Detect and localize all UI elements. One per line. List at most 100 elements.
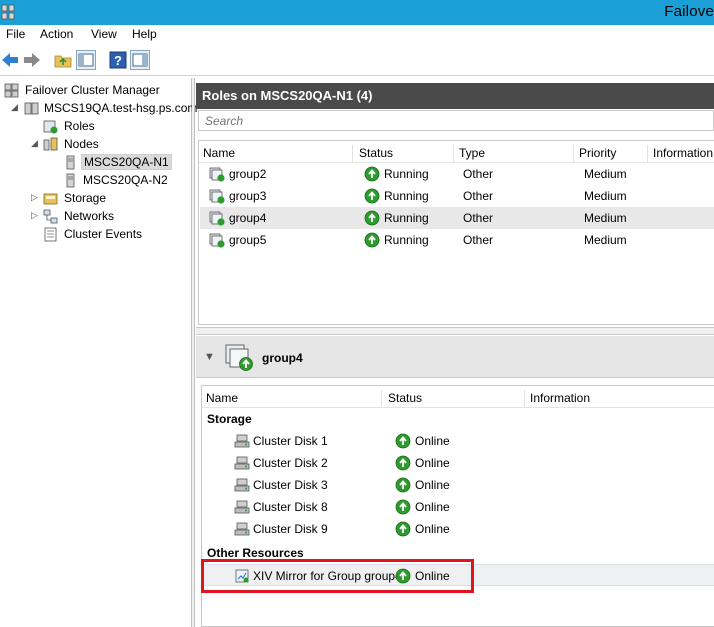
show-hide-action-pane-icon[interactable]	[130, 50, 150, 70]
resource-status: Online	[415, 434, 450, 448]
role-group-icon	[209, 211, 225, 226]
title-bar: Failove	[0, 0, 714, 25]
menu-help[interactable]: Help	[132, 27, 157, 41]
resource-name: Cluster Disk 1	[253, 434, 328, 448]
collapse-arrow-icon[interactable]: ◢	[11, 103, 20, 112]
table-row[interactable]: group5 Running Other Medium	[200, 229, 714, 251]
menu-bar: File Action View Help	[0, 25, 714, 45]
help-icon[interactable]: ?	[108, 50, 128, 70]
role-group-icon	[209, 233, 225, 248]
tree-item-networks[interactable]: ▷ Networks	[0, 208, 190, 225]
tree-label: Nodes	[64, 137, 99, 151]
forward-arrow-icon[interactable]	[22, 50, 42, 70]
resource-name: Cluster Disk 8	[253, 500, 328, 514]
column-header-information[interactable]: Information	[649, 145, 714, 162]
role-group-icon	[209, 167, 225, 182]
column-header-name[interactable]: Name	[202, 390, 382, 407]
group-heading-storage: Storage	[207, 412, 252, 426]
window-title: Failove	[664, 3, 714, 20]
tree-label: MSCS19QA.test-hsg.ps.com	[44, 101, 198, 115]
storage-icon	[43, 193, 58, 205]
role-type: Other	[463, 167, 494, 181]
tree-item-node-n2[interactable]: MSCS20QA-N2	[0, 172, 190, 189]
column-header-priority[interactable]: Priority	[575, 145, 648, 162]
expand-arrow-icon[interactable]: ▷	[31, 211, 40, 220]
role-status: Running	[384, 233, 429, 247]
role-priority: Medium	[584, 189, 627, 203]
search-box[interactable]	[198, 110, 714, 131]
role-status: Running	[384, 189, 429, 203]
online-status-icon	[395, 521, 411, 537]
online-status-icon	[395, 477, 411, 493]
tree-label: Cluster Events	[64, 227, 143, 241]
cluster-disk-icon	[234, 478, 250, 492]
cluster-events-icon	[44, 227, 57, 242]
list-item[interactable]: Cluster Disk 8 Online	[203, 496, 714, 518]
cluster-manager-app-icon[interactable]	[1, 4, 15, 20]
expand-arrow-icon[interactable]: ▷	[31, 193, 40, 202]
role-name: group4	[229, 211, 267, 225]
resource-status: Online	[415, 522, 450, 536]
tree-label: Storage	[64, 191, 107, 205]
running-status-icon	[364, 232, 380, 248]
running-status-icon	[364, 188, 380, 204]
tree-item-storage[interactable]: ▷ Storage	[0, 190, 190, 207]
online-status-icon	[395, 455, 411, 471]
column-header-status[interactable]: Status	[384, 390, 525, 407]
highlight-annotation-box	[201, 559, 474, 593]
tree-item-roles[interactable]: Roles	[0, 118, 190, 135]
roles-grid: Name Status Type Priority Information gr…	[198, 140, 714, 325]
menu-view[interactable]: View	[91, 27, 117, 41]
tree-label: Failover Cluster Manager	[25, 83, 160, 97]
server-node-icon	[66, 155, 75, 170]
table-row[interactable]: group2 Running Other Medium	[200, 163, 714, 185]
column-header-information[interactable]: Information	[526, 390, 714, 407]
menu-action[interactable]: Action	[40, 27, 73, 41]
column-header-type[interactable]: Type	[455, 145, 574, 162]
tree-item-cluster-events[interactable]: Cluster Events	[0, 226, 190, 243]
list-item[interactable]: Cluster Disk 3 Online	[203, 474, 714, 496]
role-name: group2	[229, 167, 267, 181]
role-type: Other	[463, 233, 494, 247]
pane-divider[interactable]	[196, 327, 714, 335]
tree-item-node-n1[interactable]: MSCS20QA-N1	[0, 154, 190, 171]
resource-status: Online	[415, 456, 450, 470]
tree-label: Roles	[64, 119, 95, 133]
role-priority: Medium	[584, 211, 627, 225]
cluster-disk-icon	[234, 522, 250, 536]
toolbar: ?	[0, 45, 714, 76]
role-status: Running	[384, 167, 429, 181]
running-status-icon	[364, 210, 380, 226]
tree-item-cluster[interactable]: ◢ MSCS19QA.test-hsg.ps.com	[0, 100, 197, 117]
column-header-name[interactable]: Name	[199, 145, 353, 162]
roles-pane-header: Roles on MSCS20QA-N1 (4)	[196, 83, 714, 109]
resource-status: Online	[415, 500, 450, 514]
role-type: Other	[463, 211, 494, 225]
menu-file[interactable]: File	[6, 27, 25, 41]
console-tree: Failover Cluster Manager ◢ MSCS19QA.test…	[0, 78, 197, 627]
tree-label: Networks	[64, 209, 115, 223]
detail-pane-header: ▼ group4	[196, 336, 714, 378]
up-folder-icon[interactable]	[53, 50, 73, 70]
table-row[interactable]: group3 Running Other Medium	[200, 185, 714, 207]
list-item[interactable]: Cluster Disk 9 Online	[203, 518, 714, 540]
online-status-icon	[395, 499, 411, 515]
collapse-arrow-icon[interactable]: ◢	[31, 139, 40, 148]
resource-status: Online	[415, 478, 450, 492]
list-item[interactable]: Cluster Disk 1 Online	[203, 430, 714, 452]
role-priority: Medium	[584, 167, 627, 181]
show-hide-console-tree-icon[interactable]	[76, 50, 96, 70]
tree-item-nodes[interactable]: ◢ Nodes	[0, 136, 190, 153]
collapse-chevron-icon[interactable]: ▼	[204, 351, 215, 363]
role-type: Other	[463, 189, 494, 203]
pane-splitter[interactable]	[192, 78, 195, 627]
search-input[interactable]	[199, 111, 713, 130]
column-header-status[interactable]: Status	[355, 145, 454, 162]
back-arrow-icon[interactable]	[0, 50, 20, 70]
list-item[interactable]: Cluster Disk 2 Online	[203, 452, 714, 474]
svg-text:?: ?	[114, 53, 122, 68]
cluster-disk-icon	[234, 500, 250, 514]
table-row-selected[interactable]: group4 Running Other Medium	[200, 207, 714, 229]
header-separator	[202, 407, 714, 408]
tree-item-failover-cluster-manager[interactable]: Failover Cluster Manager	[0, 82, 190, 99]
